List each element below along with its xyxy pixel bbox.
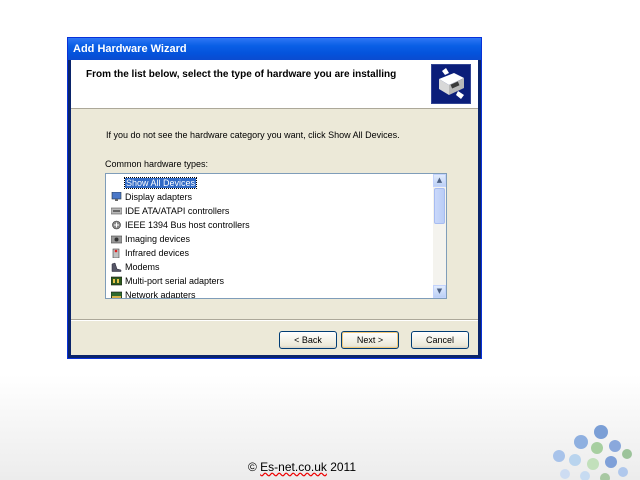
button-separator xyxy=(71,319,478,321)
list-item-label: Modems xyxy=(125,262,160,272)
list-item-label: Infrared devices xyxy=(125,248,190,258)
list-item[interactable]: Multi-port serial adapters xyxy=(110,274,432,288)
display-adapter-icon xyxy=(111,192,122,201)
camera-icon xyxy=(111,235,122,244)
copyright-site: Es-net.co.uk xyxy=(260,460,327,474)
ieee1394-icon xyxy=(112,220,121,230)
list-item-label: Multi-port serial adapters xyxy=(125,276,225,286)
instruction-text: If you do not see the hardware category … xyxy=(106,130,400,140)
wizard-header-title: From the list below, select the type of … xyxy=(86,69,397,80)
list-item-label: IEEE 1394 Bus host controllers xyxy=(125,220,250,230)
copyright-year: 2011 xyxy=(326,460,357,474)
add-hardware-wizard-window: Add Hardware Wizard From the list below,… xyxy=(67,37,482,359)
copyright-prefix: © xyxy=(247,460,261,474)
hardware-types-list[interactable]: Show All Devices Display adapters IDE ATA/… xyxy=(105,173,447,299)
scroll-down-button[interactable]: ▼ xyxy=(433,285,446,298)
list-item[interactable]: IEEE 1394 Bus host controllers xyxy=(110,218,432,232)
copyright-text: © Es-net.co.uk 2011 xyxy=(0,460,604,474)
modem-icon xyxy=(111,262,122,272)
ide-controller-icon xyxy=(111,207,122,215)
serial-adapter-icon xyxy=(111,276,122,286)
list-item[interactable]: Network adapters xyxy=(110,288,432,299)
scroll-up-button[interactable]: ▲ xyxy=(433,174,446,187)
wizard-header: From the list below, select the type of … xyxy=(71,60,478,109)
list-item-label: Imaging devices xyxy=(125,234,191,244)
list-item[interactable]: Imaging devices xyxy=(110,232,432,246)
cancel-button[interactable]: Cancel xyxy=(411,331,469,349)
es-net-logo-dots xyxy=(553,425,632,480)
list-item-label: IDE ATA/ATAPI controllers xyxy=(125,206,230,216)
list-item[interactable]: IDE ATA/ATAPI controllers xyxy=(110,204,432,218)
list-item-label: Network adapters xyxy=(125,290,196,299)
infrared-icon xyxy=(112,248,120,258)
list-item-label: Show All Devices xyxy=(123,177,198,189)
network-adapter-icon xyxy=(111,291,122,298)
back-button[interactable]: < Back xyxy=(279,331,337,349)
window-title[interactable]: Add Hardware Wizard xyxy=(68,38,481,60)
list-item[interactable]: Infrared devices xyxy=(110,246,432,260)
list-item-label: Display adapters xyxy=(125,192,193,202)
list-item[interactable]: Show All Devices xyxy=(110,176,432,190)
list-scrollbar[interactable]: ▲ ▼ xyxy=(433,174,446,298)
wizard-client-area: From the list below, select the type of … xyxy=(71,60,478,355)
list-item[interactable]: Modems xyxy=(110,260,432,274)
scroll-thumb[interactable] xyxy=(434,188,445,224)
next-button[interactable]: Next > xyxy=(341,331,399,349)
hardware-wizard-icon xyxy=(431,64,471,104)
list-item[interactable]: Display adapters xyxy=(110,190,432,204)
hardware-types-label: Common hardware types: xyxy=(105,159,209,169)
